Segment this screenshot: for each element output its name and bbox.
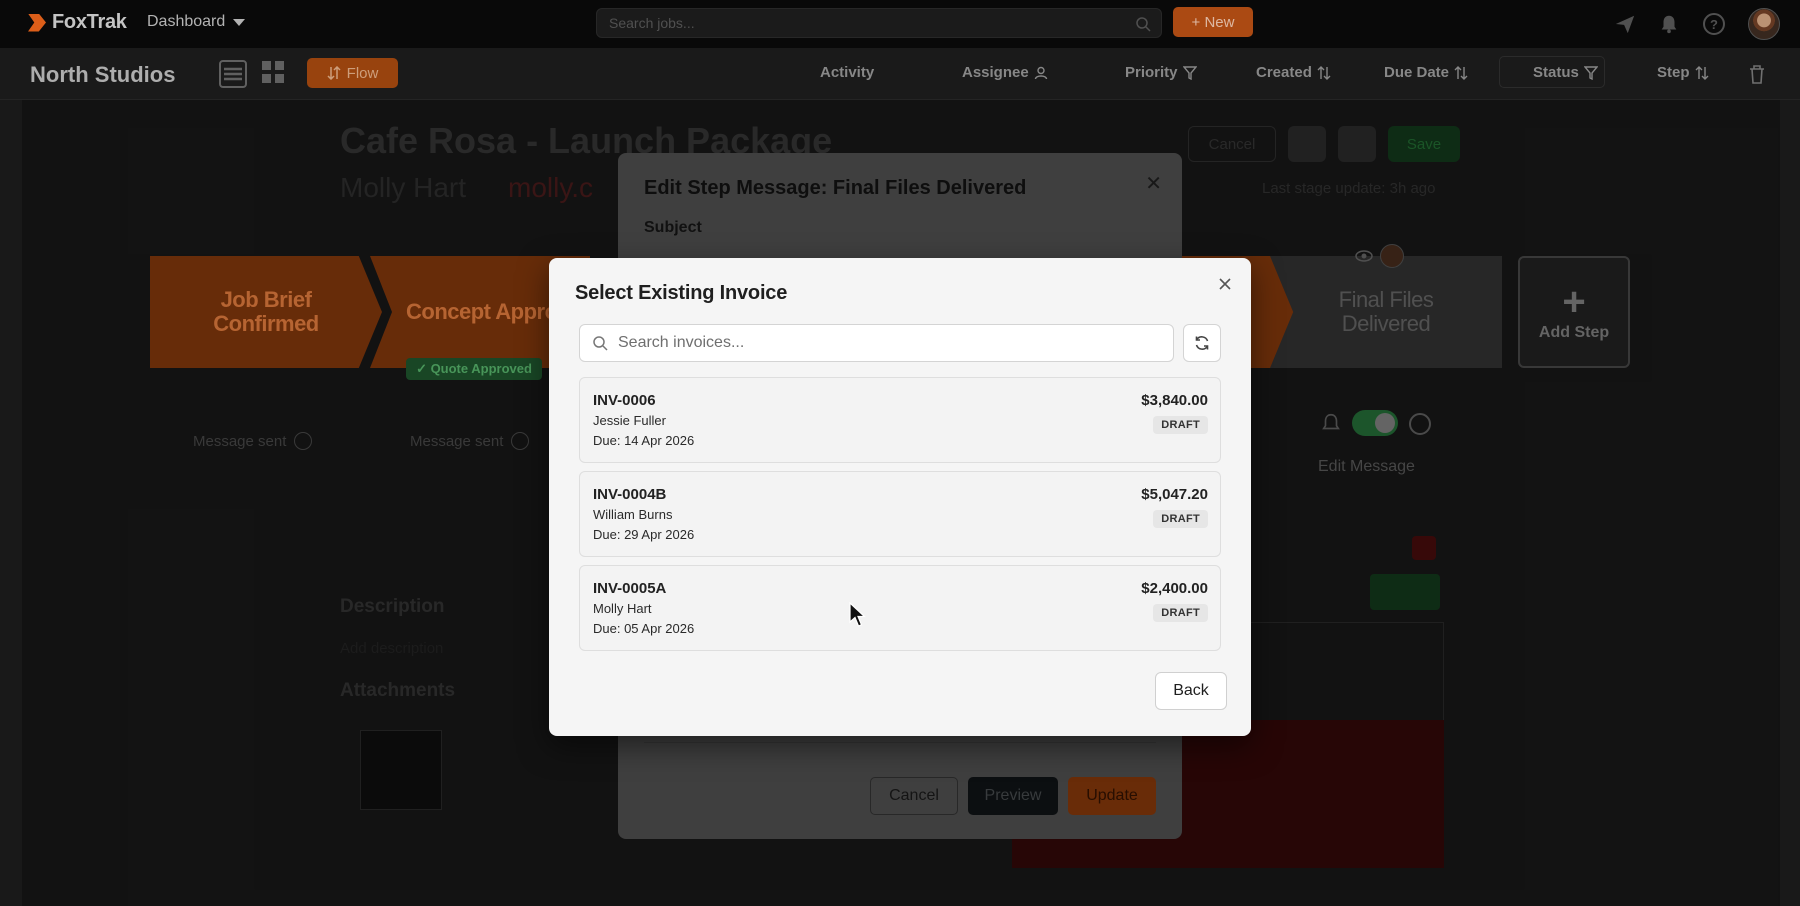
back-button[interactable]: Back <box>1155 672 1227 710</box>
invoice-row[interactable]: INV-0004B William Burns Due: 29 Apr 2026… <box>579 471 1221 557</box>
status-badge: DRAFT <box>1153 604 1208 622</box>
x-icon <box>1219 278 1231 290</box>
invoice-search-input[interactable] <box>618 334 1148 352</box>
close-icon[interactable] <box>1215 274 1235 294</box>
status-badge: DRAFT <box>1153 510 1208 528</box>
invoice-number: INV-0005A <box>593 580 667 597</box>
invoice-due-date: Due: 05 Apr 2026 <box>593 621 695 636</box>
invoice-amount: $2,400.00 <box>1141 580 1208 597</box>
invoice-client: Jessie Fuller <box>593 413 666 428</box>
invoice-row[interactable]: INV-0005A Molly Hart Due: 05 Apr 2026 $2… <box>579 565 1221 651</box>
search-icon <box>593 336 608 351</box>
refresh-button[interactable] <box>1183 324 1221 362</box>
invoice-list: INV-0006 Jessie Fuller Due: 14 Apr 2026 … <box>579 377 1221 659</box>
invoice-amount: $3,840.00 <box>1141 392 1208 409</box>
invoice-client: William Burns <box>593 507 673 522</box>
select-invoice-modal: Select Existing Invoice INV-0006 Jessie … <box>549 258 1251 736</box>
invoice-number: INV-0004B <box>593 486 667 503</box>
invoice-due-date: Due: 29 Apr 2026 <box>593 527 695 542</box>
invoice-due-date: Due: 14 Apr 2026 <box>593 433 695 448</box>
invoice-number: INV-0006 <box>593 392 656 409</box>
invoice-client: Molly Hart <box>593 601 652 616</box>
status-badge: DRAFT <box>1153 416 1208 434</box>
invoice-amount: $5,047.20 <box>1141 486 1208 503</box>
invoice-modal-title: Select Existing Invoice <box>575 282 788 304</box>
invoice-row[interactable]: INV-0006 Jessie Fuller Due: 14 Apr 2026 … <box>579 377 1221 463</box>
mouse-cursor-icon <box>849 602 867 627</box>
refresh-icon <box>1195 336 1209 350</box>
invoice-search-field[interactable] <box>579 324 1174 362</box>
